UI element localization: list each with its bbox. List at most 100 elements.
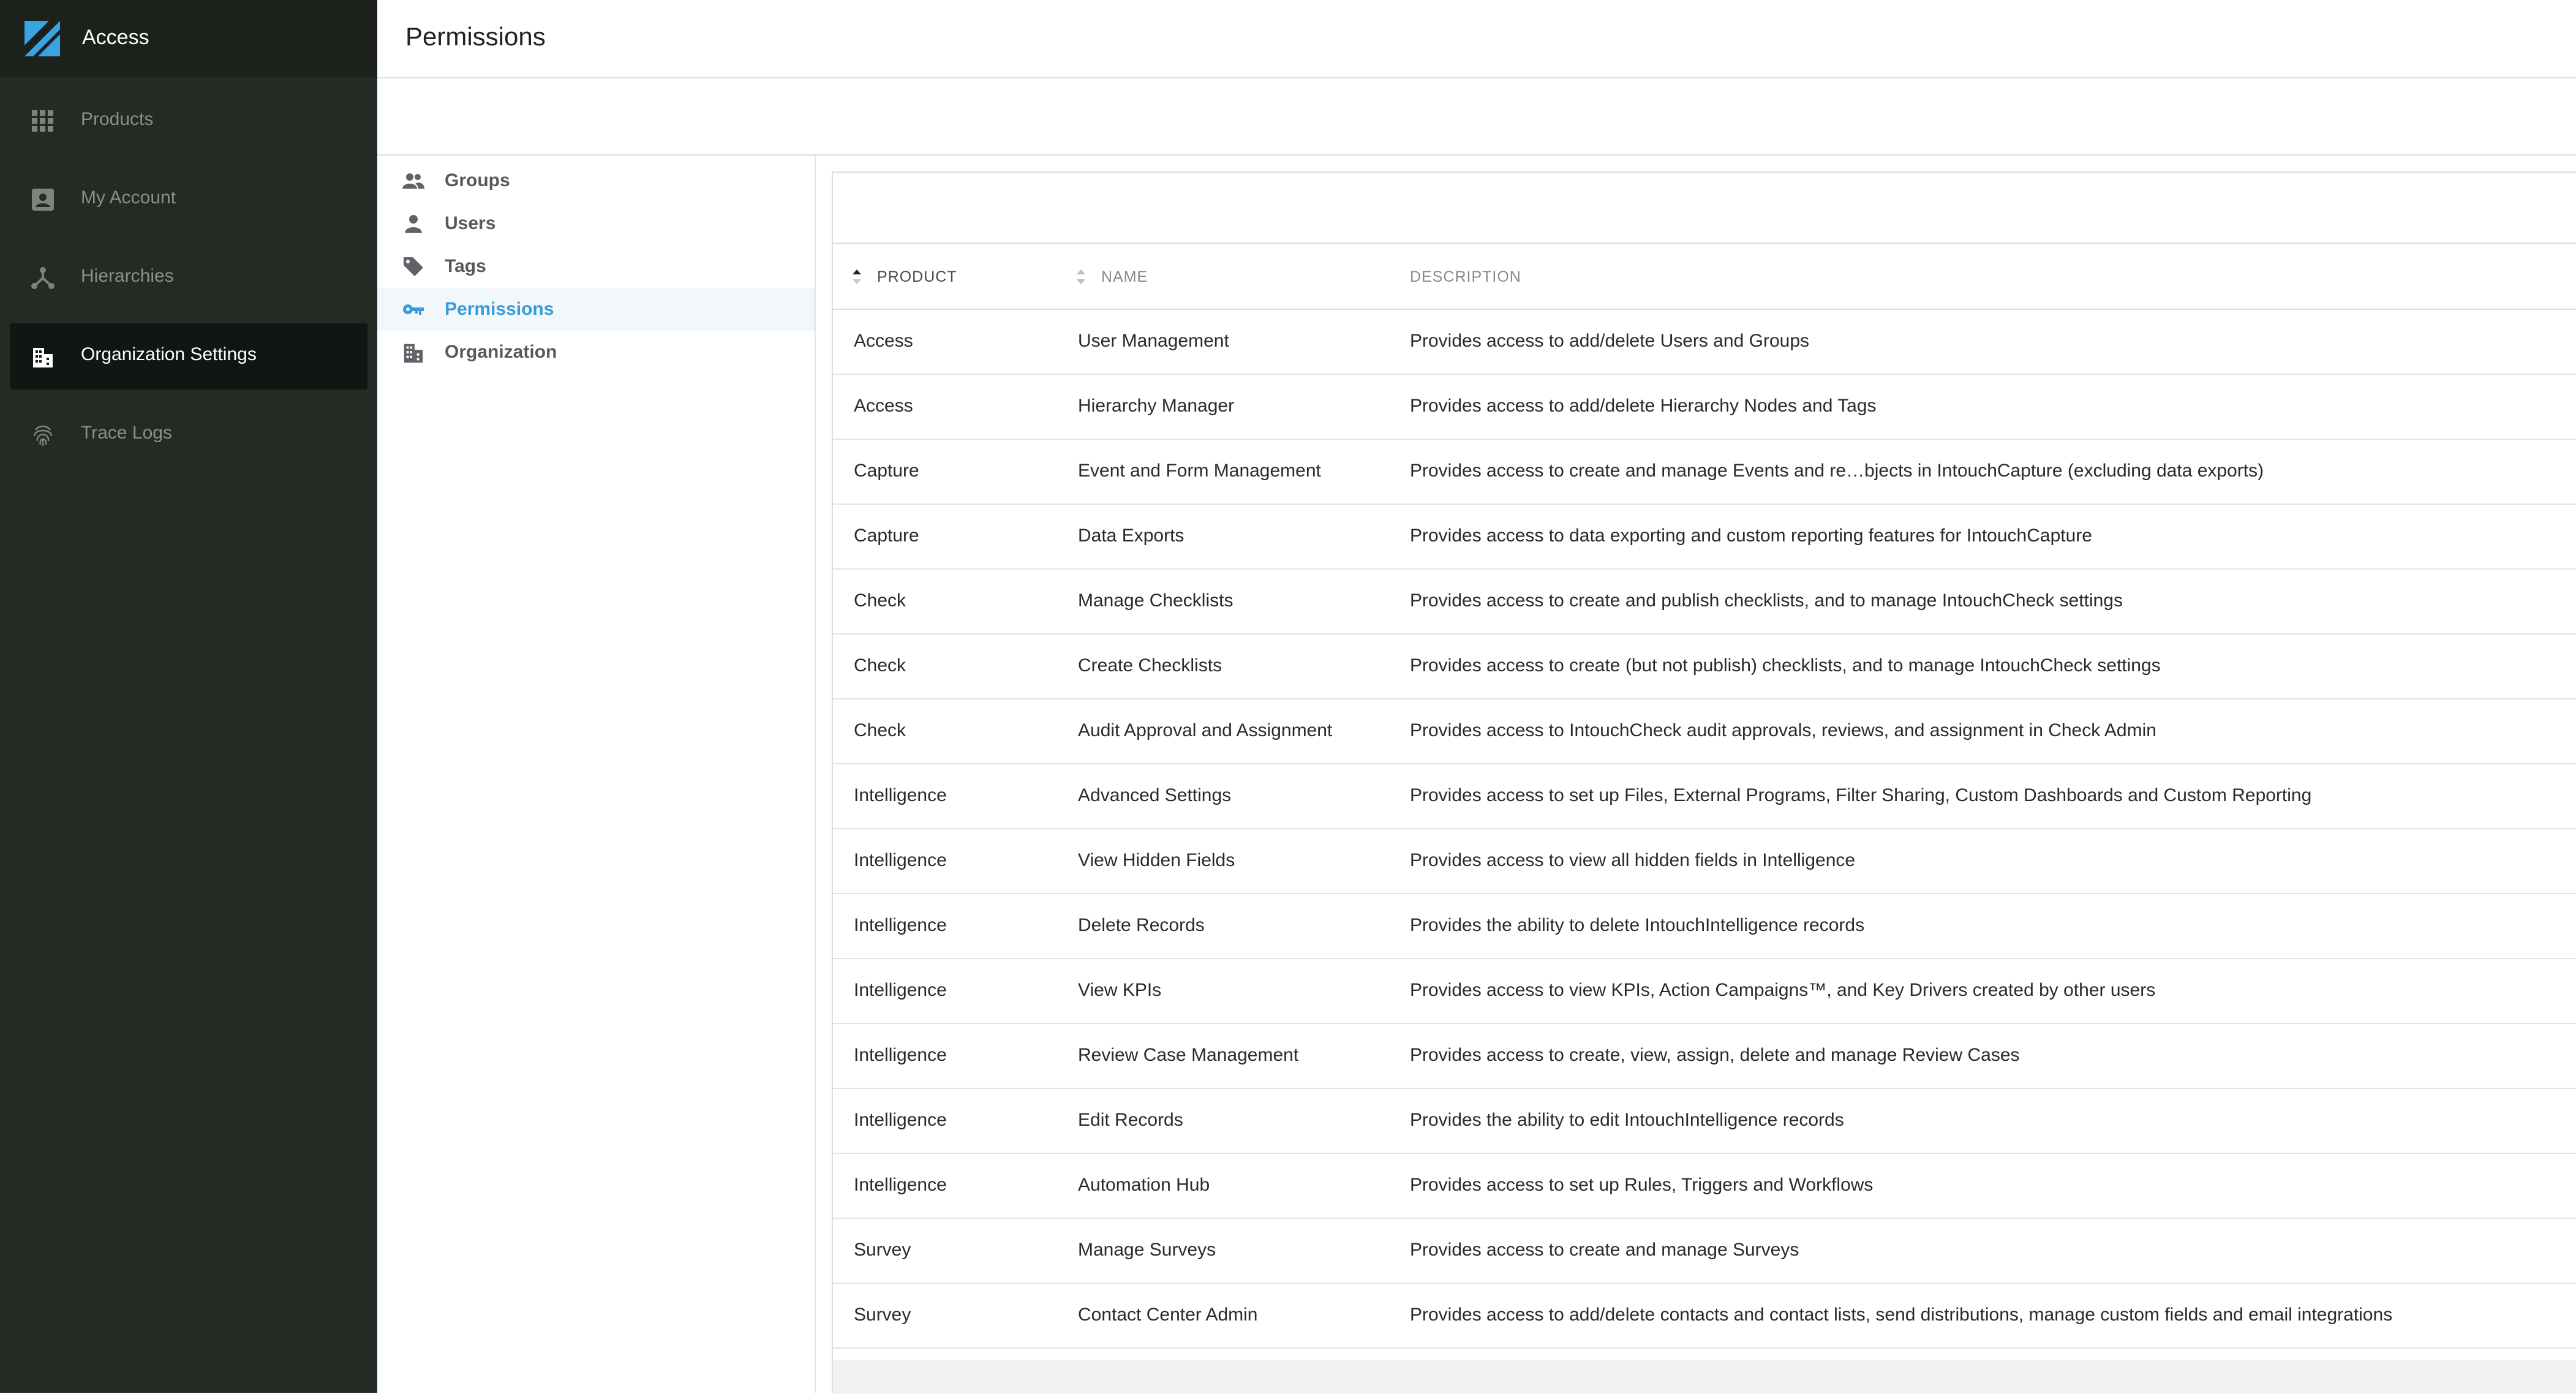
cell-name: View KPIs <box>1078 980 1162 1000</box>
cell-description: Provides access to view all hidden field… <box>1410 850 1856 870</box>
cell-description: Provides access to create and manage Eve… <box>1410 461 2264 481</box>
subnav-item-label: Users <box>445 213 496 233</box>
cell-product: Access <box>854 331 913 351</box>
cell-product: Intelligence <box>854 1110 947 1130</box>
cell-product: Survey <box>854 1240 911 1260</box>
page-header: Permissions <box>377 0 2576 78</box>
table-row[interactable]: Check Create Checklists Provides access … <box>833 635 2576 699</box>
sidebar-item-organization-settings[interactable]: Organization Settings <box>10 323 367 390</box>
cell-name: Delete Records <box>1078 915 1205 935</box>
subnav-item-tags[interactable]: Tags <box>377 245 815 288</box>
sidebar-item-trace-logs[interactable]: Trace Logs <box>10 402 367 468</box>
cell-name: View Hidden Fields <box>1078 850 1235 870</box>
sidebar-item-hierarchies[interactable]: Hierarchies <box>10 245 367 311</box>
cell-description: Provides access to set up Files, Externa… <box>1410 785 2312 805</box>
column-header-description: DESCRIPTION <box>1410 244 1521 310</box>
toolbar-strip <box>377 78 2576 156</box>
cell-name: Contact Center Admin <box>1078 1305 1258 1325</box>
panel-toolbar <box>833 173 2576 244</box>
cell-product: Survey <box>854 1305 911 1325</box>
cell-name: Hierarchy Manager <box>1078 396 1235 416</box>
key-icon <box>403 304 424 315</box>
table-row[interactable]: Intelligence Advanced Settings Provides … <box>833 764 2576 829</box>
user-icon <box>405 215 422 233</box>
fingerprint-icon <box>33 425 53 446</box>
cell-product: Capture <box>854 461 919 481</box>
cell-name: Audit Approval and Assignment <box>1078 720 1333 740</box>
table-row[interactable]: Access Hierarchy Manager Provides access… <box>833 375 2576 440</box>
subnav-item-label: Groups <box>445 170 510 190</box>
cell-name: Automation Hub <box>1078 1175 1210 1195</box>
cell-description: Provides access to set up Rules, Trigger… <box>1410 1175 1874 1195</box>
panel-footer <box>833 1360 2576 1394</box>
main-content: PRODUCT NAME DESCRIPTION Access User Man… <box>816 156 2576 1394</box>
cell-product: Intelligence <box>854 1175 947 1195</box>
cell-name: User Management <box>1078 331 1229 351</box>
building-icon <box>404 344 423 363</box>
cell-name: Advanced Settings <box>1078 785 1232 805</box>
table-row[interactable]: Intelligence View KPIs Provides access t… <box>833 959 2576 1024</box>
subnav-item-label: Tags <box>445 256 486 276</box>
sidebar-item-my-account[interactable]: My Account <box>10 167 367 233</box>
sort-ascending-icon <box>853 269 861 284</box>
cell-name: Manage Surveys <box>1078 1240 1216 1260</box>
table-row[interactable]: Survey Contact Center Admin Provides acc… <box>833 1284 2576 1349</box>
sidebar-item-label: Products <box>81 109 154 129</box>
sidebar-item-label: My Account <box>81 187 176 208</box>
table-row[interactable]: Capture Data Exports Provides access to … <box>833 505 2576 570</box>
column-header-name[interactable]: NAME <box>1074 244 1148 310</box>
table-header: PRODUCT NAME DESCRIPTION <box>833 244 2576 310</box>
table-row[interactable]: Check Manage Checklists Provides access … <box>833 570 2576 635</box>
sidebar-item-products[interactable]: Products <box>10 88 367 154</box>
cell-name: Review Case Management <box>1078 1045 1299 1065</box>
cell-description: Provides access to add/delete Users and … <box>1410 331 1810 351</box>
cell-description: Provides access to add/delete Hierarchy … <box>1410 396 1877 416</box>
subnav-item-label: Permissions <box>445 299 554 319</box>
subnav-item-label: Organization <box>445 342 557 362</box>
subnav-item-users[interactable]: Users <box>377 202 815 245</box>
column-header-label: DESCRIPTION <box>1410 268 1521 285</box>
cell-name: Manage Checklists <box>1078 590 1233 611</box>
cell-product: Intelligence <box>854 915 947 935</box>
cell-description: Provides the ability to edit IntouchInte… <box>1410 1110 1844 1130</box>
cell-product: Capture <box>854 526 919 546</box>
sidebar-item-label: Hierarchies <box>81 266 174 286</box>
sidebar-item-label: Trace Logs <box>81 423 172 443</box>
cell-name: Data Exports <box>1078 526 1184 546</box>
column-header-product[interactable]: PRODUCT <box>850 244 957 310</box>
table-row[interactable]: Intelligence Automation Hub Provides acc… <box>833 1154 2576 1219</box>
cell-description: Provides access to data exporting and cu… <box>1410 526 2092 546</box>
cell-product: Check <box>854 720 906 740</box>
cell-product: Intelligence <box>854 785 947 805</box>
app-logo-icon[interactable] <box>24 21 60 56</box>
app-sidebar: Access Products My Account Hierarchies O… <box>0 0 377 1393</box>
table-row[interactable]: Intelligence Review Case Management Prov… <box>833 1024 2576 1089</box>
table-row[interactable]: Access User Management Provides access t… <box>833 310 2576 375</box>
cell-description: Provides access to create and publish ch… <box>1410 590 2123 611</box>
table-body: Access User Management Provides access t… <box>833 310 2576 1349</box>
subnav-item-groups[interactable]: Groups <box>377 159 815 202</box>
cell-product: Intelligence <box>854 850 947 870</box>
sort-icon <box>1077 269 1085 284</box>
cell-name: Create Checklists <box>1078 655 1222 676</box>
column-header-label: PRODUCT <box>877 268 957 285</box>
groups-icon <box>402 173 424 189</box>
cell-product: Check <box>854 590 906 611</box>
table-row[interactable]: Intelligence Edit Records Provides the a… <box>833 1089 2576 1154</box>
cell-description: Provides the ability to delete IntouchIn… <box>1410 915 1865 935</box>
app-header: Access <box>0 0 377 77</box>
table-row[interactable]: Survey Manage Surveys Provides access to… <box>833 1219 2576 1284</box>
sidebar-item-label: Organization Settings <box>81 344 257 364</box>
cell-product: Intelligence <box>854 980 947 1000</box>
settings-subnav: Groups Users Tags Permissions Organizati… <box>377 156 816 1393</box>
cell-name: Event and Form Management <box>1078 461 1321 481</box>
table-row[interactable]: Intelligence View Hidden Fields Provides… <box>833 829 2576 894</box>
cell-product: Check <box>854 655 906 676</box>
page-title: Permissions <box>405 22 546 51</box>
tag-icon <box>404 257 423 276</box>
subnav-item-organization[interactable]: Organization <box>377 331 815 374</box>
subnav-item-permissions[interactable]: Permissions <box>377 288 815 331</box>
table-row[interactable]: Check Audit Approval and Assignment Prov… <box>833 699 2576 764</box>
table-row[interactable]: Capture Event and Form Management Provid… <box>833 440 2576 505</box>
table-row[interactable]: Intelligence Delete Records Provides the… <box>833 894 2576 959</box>
